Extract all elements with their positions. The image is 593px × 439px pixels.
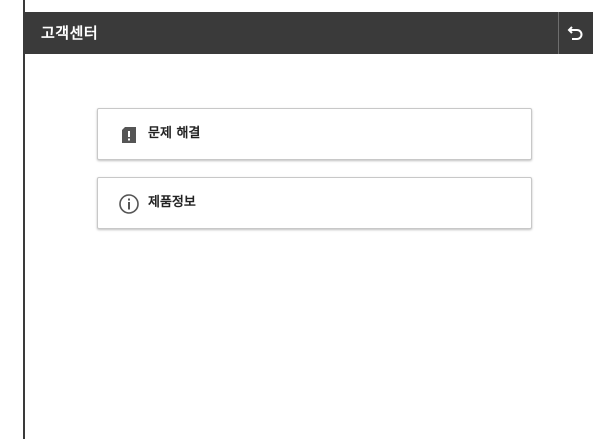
top-bezel bbox=[25, 0, 593, 12]
troubleshoot-button[interactable]: 문제 해결 bbox=[97, 108, 532, 160]
back-arrow-icon bbox=[567, 26, 583, 40]
troubleshoot-alert-icon bbox=[118, 124, 140, 146]
back-button[interactable] bbox=[559, 12, 593, 54]
title-bar: 고객센터 bbox=[25, 12, 593, 54]
left-bezel bbox=[0, 0, 25, 439]
page-title: 고객센터 bbox=[41, 24, 99, 42]
troubleshoot-label: 문제 해결 bbox=[148, 126, 201, 141]
product-info-button[interactable]: 제품정보 bbox=[97, 177, 532, 229]
product-info-label: 제품정보 bbox=[148, 195, 196, 210]
customer-center-screen: 고객센터 문제 해결 제품정보 bbox=[0, 0, 593, 439]
info-circle-icon bbox=[118, 193, 140, 215]
content-area: 문제 해결 제품정보 bbox=[27, 54, 593, 439]
